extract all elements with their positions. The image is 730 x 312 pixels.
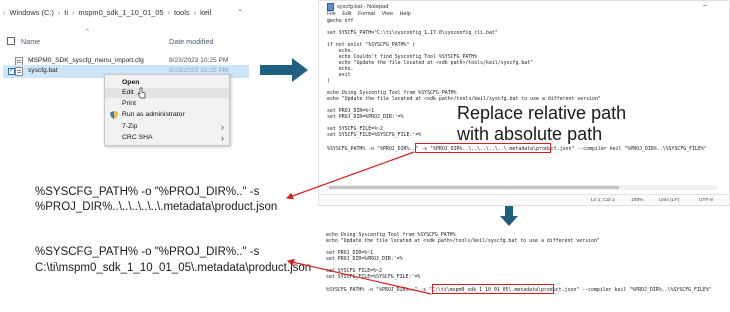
pointer-arrow-after	[286, 258, 432, 295]
pointer-lines	[285, 151, 432, 295]
pointer-arrow-before	[285, 151, 415, 200]
